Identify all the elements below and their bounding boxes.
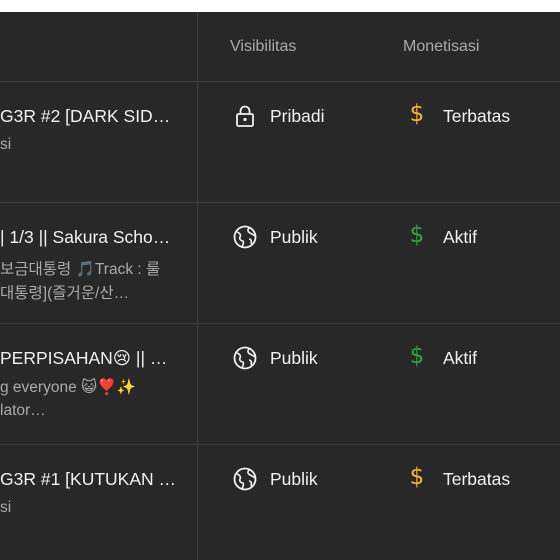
video-description-line2: lator…: [0, 402, 46, 419]
table-row[interactable]: | 1/3 || Sakura Scho… 보금대통령 🎵Track : 룰 대…: [0, 203, 560, 324]
monetization-value[interactable]: Aktif: [443, 227, 477, 248]
video-title[interactable]: | 1/3 || Sakura Scho…: [0, 227, 180, 248]
globe-icon: [233, 225, 257, 249]
video-description: si: [0, 499, 12, 516]
globe-icon: [233, 467, 257, 491]
visibility-value[interactable]: Publik: [270, 469, 318, 490]
video-title[interactable]: G3R #1 [KUTUKAN …: [0, 469, 180, 490]
lock-icon: [236, 105, 254, 127]
visibility-value[interactable]: Publik: [270, 348, 318, 369]
visibility-value[interactable]: Pribadi: [270, 106, 324, 127]
video-description: si: [0, 136, 12, 153]
monetization-value[interactable]: Aktif: [443, 348, 477, 369]
video-description: g everyone 😺❣️✨: [0, 379, 136, 396]
video-title[interactable]: PERPISAHAN😢 || …: [0, 348, 180, 369]
dollar-icon: $: [409, 464, 425, 490]
monetization-value[interactable]: Terbatas: [443, 106, 510, 127]
dollar-icon: $: [409, 101, 425, 127]
video-description: 보금대통령 🎵Track : 룰: [0, 261, 161, 278]
monetization-value[interactable]: Terbatas: [443, 469, 510, 490]
table-header: Visibilitas Monetisasi: [0, 12, 560, 82]
video-description-line2: 대통령](즐거운/산…: [0, 285, 130, 302]
monetization-column-header[interactable]: Monetisasi: [403, 38, 479, 56]
table-row[interactable]: PERPISAHAN😢 || … g everyone 😺❣️✨ lator… …: [0, 324, 560, 445]
video-table: Visibilitas Monetisasi G3R #2 [DARK SIDE…: [0, 12, 560, 560]
visibility-column-header[interactable]: Visibilitas: [230, 38, 296, 56]
video-title[interactable]: G3R #2 [DARK SIDE…: [0, 106, 180, 127]
table-row[interactable]: G3R #1 [KUTUKAN … si Publik $ Terbatas: [0, 445, 560, 560]
dollar-icon: $: [409, 222, 425, 248]
table-row[interactable]: G3R #2 [DARK SIDE… si Pribadi $ Terbatas: [0, 82, 560, 203]
visibility-value[interactable]: Publik: [270, 227, 318, 248]
dollar-icon: $: [409, 343, 425, 369]
globe-icon: [233, 346, 257, 370]
